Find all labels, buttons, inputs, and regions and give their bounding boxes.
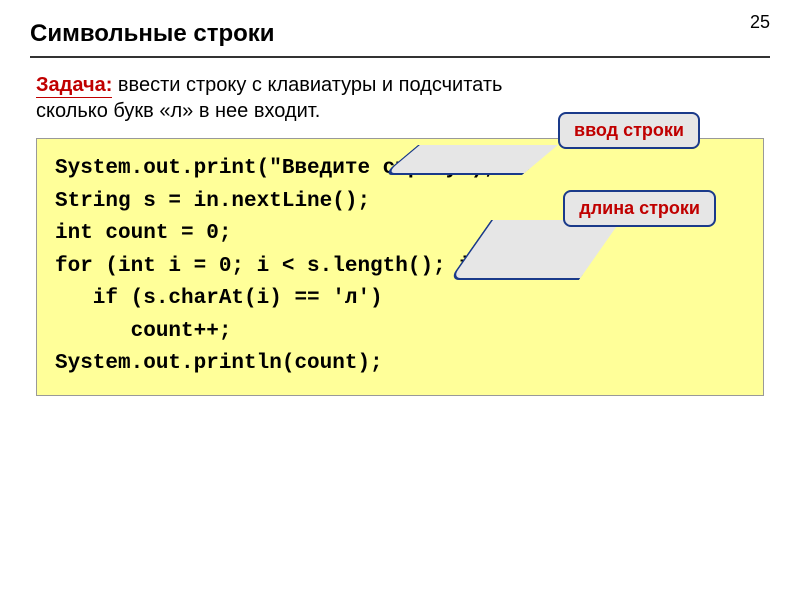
callout-input-string: ввод строки: [558, 112, 700, 149]
title-divider: [30, 56, 770, 58]
slide-title: Символьные строки: [30, 20, 770, 48]
code-block: System.out.print("Введите строку"); Stri…: [36, 138, 764, 396]
page-number: 25: [750, 12, 770, 33]
task-label: Задача:: [36, 74, 112, 98]
callout-string-length: длина строки: [563, 190, 716, 227]
